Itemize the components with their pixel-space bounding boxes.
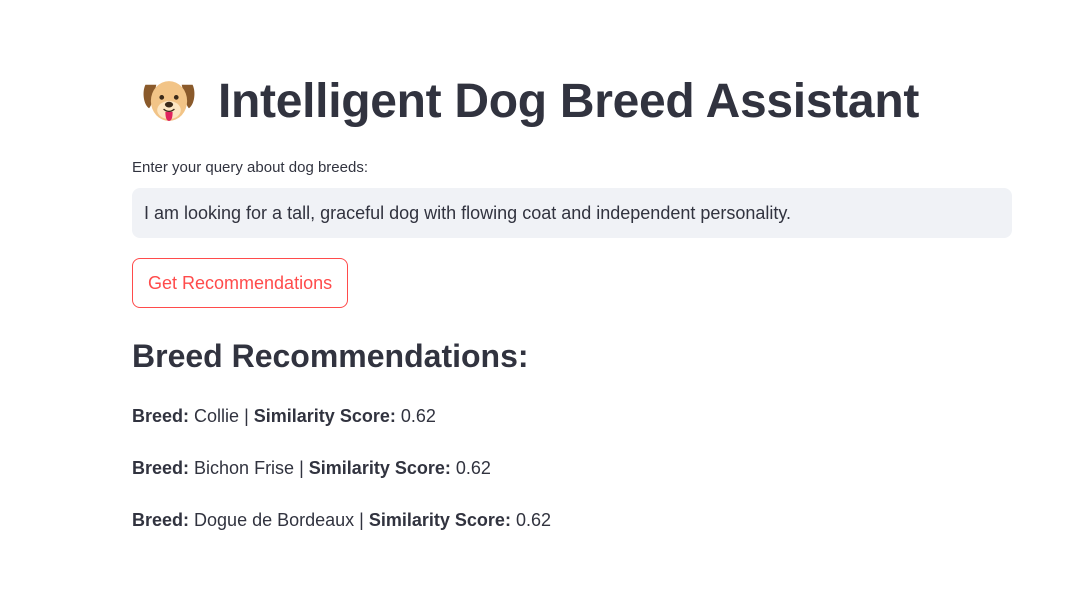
separator: | [299,458,304,478]
breed-label: Breed: [132,458,190,478]
score-value: 0.62 [515,510,551,530]
get-recommendations-button[interactable]: Get Recommendations [132,258,349,308]
recommendation-item: Breed: Bichon Frise | Similarity Score: … [132,454,1012,482]
breed-name: Bichon Frise [194,458,295,478]
recommendation-item: Breed: Collie | Similarity Score: 0.62 [132,402,1012,430]
separator: | [244,406,249,426]
score-value: 0.62 [400,406,436,426]
separator: | [359,510,364,530]
recommendation-item: Breed: Dogue de Bordeaux | Similarity Sc… [132,506,1012,534]
score-value: 0.62 [455,458,491,478]
dog-face-icon [143,81,195,121]
recommendations-heading: Breed Recommendations: [132,338,529,374]
query-label: Enter your query about dog breeds: [132,159,368,176]
breed-name: Dogue de Bordeaux [194,510,355,530]
breed-label: Breed: [132,406,190,426]
page-header: Intelligent Dog Breed Assistant [140,70,919,132]
breed-name: Collie [194,406,240,426]
score-label: Similarity Score: [253,406,396,426]
score-label: Similarity Score: [308,458,451,478]
page-title: Intelligent Dog Breed Assistant [218,74,920,128]
query-input[interactable] [132,188,1012,238]
breed-label: Breed: [132,510,190,530]
recommendation-list: Breed: Collie | Similarity Score: 0.62 B… [132,402,1012,558]
score-label: Similarity Score: [368,510,511,530]
